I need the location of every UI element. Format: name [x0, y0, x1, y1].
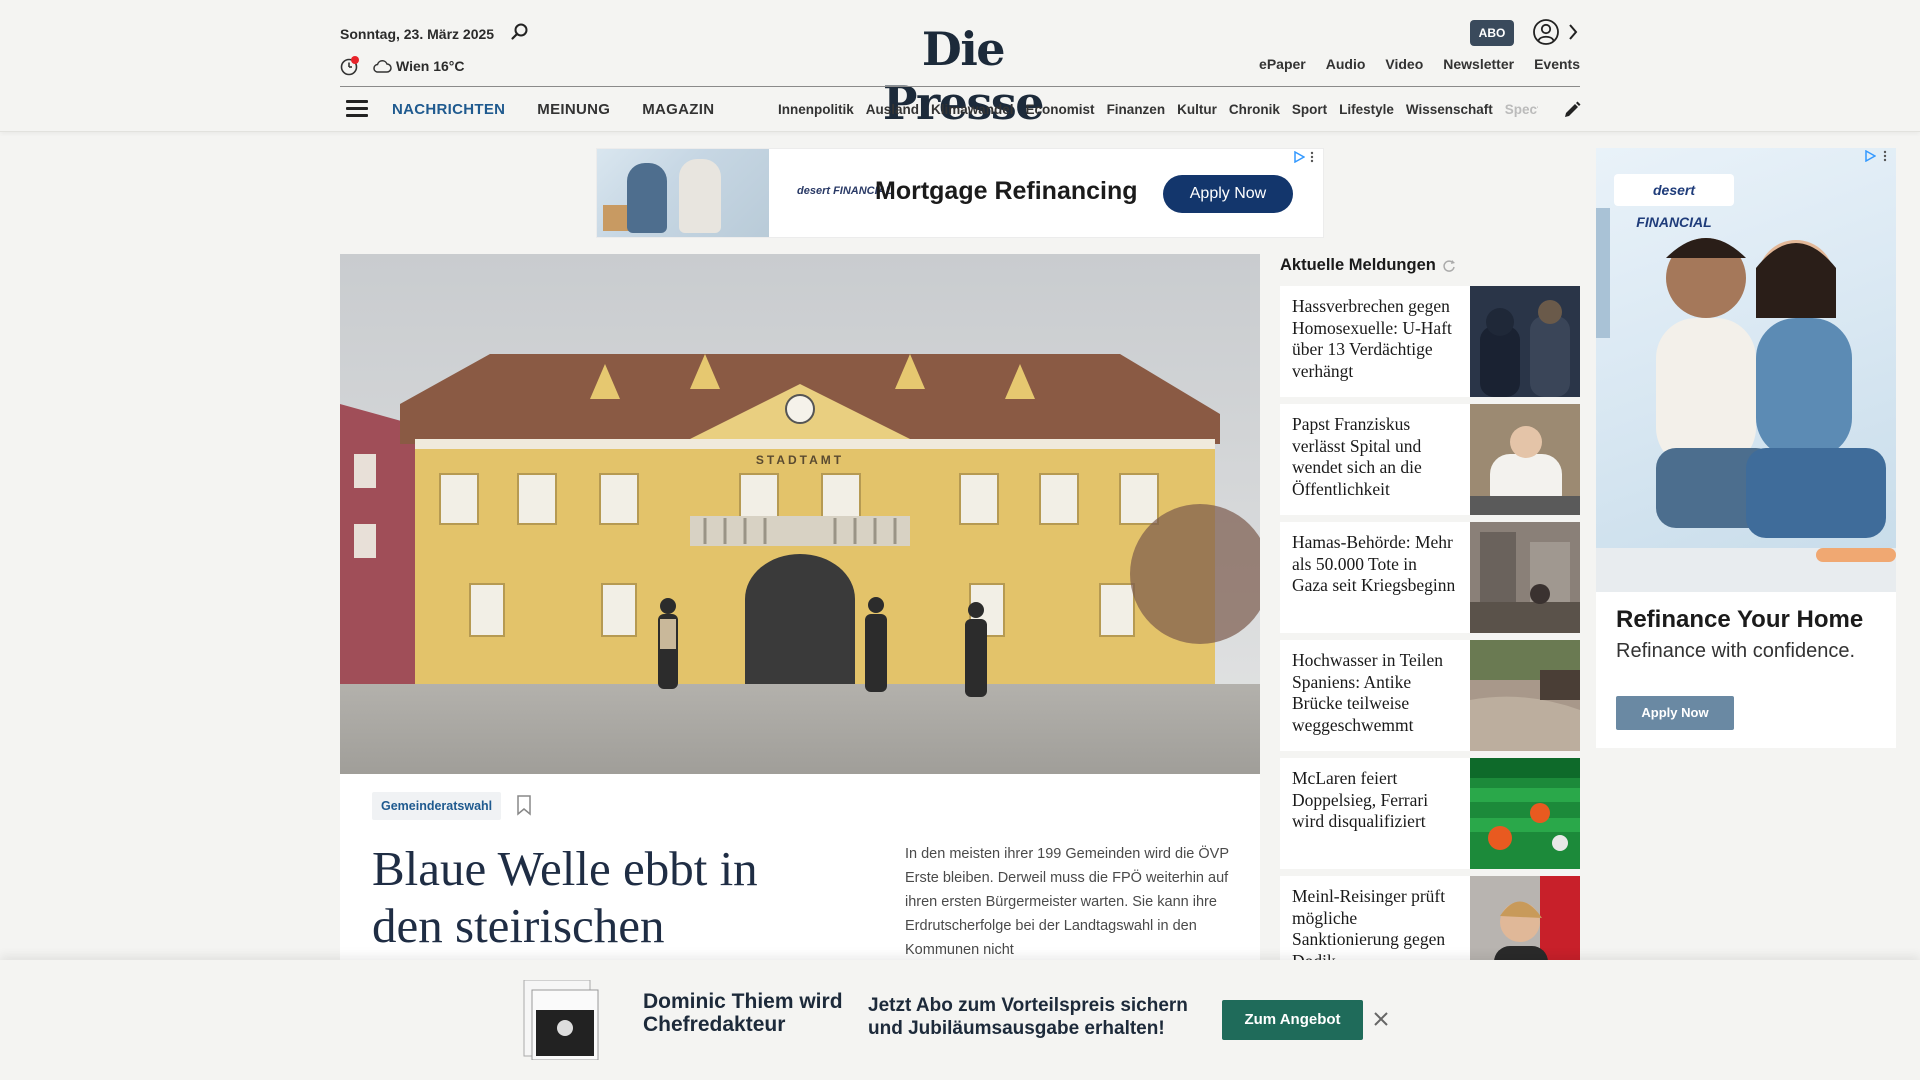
subnav-lifestyle[interactable]: Lifestyle — [1339, 102, 1394, 117]
stadtamt-sign: STADTAMT — [756, 453, 844, 467]
pencil-icon[interactable] — [1562, 100, 1582, 120]
ad-title: Refinance Your Home — [1616, 606, 1864, 633]
ad-title: Mortgage Refinancing — [875, 177, 1138, 205]
sub-nav: Innenpolitik Ausland Klimawandel Economi… — [778, 102, 1538, 117]
subnav-chronik[interactable]: Chronik — [1229, 102, 1280, 117]
link-epaper[interactable]: ePaper — [1259, 56, 1306, 72]
news-thumbnail — [1470, 522, 1580, 633]
ad-menu-icon[interactable] — [1309, 151, 1315, 163]
hamburger-menu-icon[interactable] — [346, 100, 368, 118]
site-header: Sonntag, 23. März 2025 Wien 16°C Die Pre… — [0, 0, 1920, 132]
link-events[interactable]: Events — [1534, 56, 1580, 72]
clock-icon[interactable] — [340, 56, 360, 76]
nav-nachrichten[interactable]: NACHRICHTEN — [392, 101, 505, 118]
subscription-banner: Dominic Thiem wird Chefredakteur Jetzt A… — [0, 960, 1920, 1080]
ad-apply-button[interactable]: Apply Now — [1616, 696, 1734, 730]
ad-photo — [597, 149, 769, 237]
promo-headline: Dominic Thiem wird Chefredakteur — [643, 990, 843, 1036]
subnav-innenpolitik[interactable]: Innenpolitik — [778, 102, 854, 117]
newspaper-icon — [523, 980, 599, 1060]
main-nav: NACHRICHTEN MEINUNG MAGAZIN — [392, 101, 714, 118]
subnav-finanzen[interactable]: Finanzen — [1107, 102, 1166, 117]
news-item[interactable]: Hassverbrechen gegen Homosexuelle: U-Haf… — [1280, 286, 1580, 397]
subnav-ausland[interactable]: Ausland — [866, 102, 919, 117]
news-title: McLaren feiert Doppelsieg, Ferrari wird … — [1292, 768, 1429, 831]
offer-button[interactable]: Zum Angebot — [1222, 1000, 1363, 1040]
news-title: Hassverbrechen gegen Homosexuelle: U-Haf… — [1292, 296, 1452, 381]
link-video[interactable]: Video — [1385, 56, 1423, 72]
news-item[interactable]: Papst Franziskus verlässt Spital und wen… — [1280, 404, 1580, 515]
nav-meinung[interactable]: MEINUNG — [537, 101, 610, 118]
adchoices-icon[interactable] — [1293, 151, 1305, 163]
news-thumbnail — [1470, 404, 1580, 515]
article-headline[interactable]: Blaue Welle ebbt in den steirischen — [372, 840, 792, 954]
news-item[interactable]: Hochwasser in Teilen Spaniens: Antike Br… — [1280, 640, 1580, 751]
header-inner: Sonntag, 23. März 2025 Wien 16°C Die Pre… — [340, 0, 1582, 132]
subnav-kultur[interactable]: Kultur — [1177, 102, 1217, 117]
cloud-icon — [373, 60, 392, 73]
link-newsletter[interactable]: Newsletter — [1443, 56, 1514, 72]
news-thumbnail — [1470, 640, 1580, 751]
sidebar-title: Aktuelle Meldungen — [1280, 256, 1436, 274]
subnav-spectrum[interactable]: Spectr — [1505, 102, 1538, 117]
sidebar-header: Aktuelle Meldungen — [1280, 256, 1456, 275]
top-banner-ad[interactable]: desert FINANCIAL Mortgage Refinancing Ap… — [596, 148, 1324, 238]
close-icon[interactable] — [1372, 1010, 1390, 1028]
subnav-klimawandel[interactable]: Klimawandel — [931, 102, 1014, 117]
promo-text: Jetzt Abo zum Vorteilspreis sichern und … — [868, 995, 1188, 1039]
news-thumbnail — [1470, 758, 1580, 869]
category-tag[interactable]: Gemeinderatswahl — [372, 792, 502, 820]
town-hall-photo: STADTAMT — [340, 254, 1260, 774]
news-item[interactable]: Hamas-Behörde: Mehr als 50.000 Tote in G… — [1280, 522, 1580, 633]
search-icon[interactable] — [510, 22, 530, 42]
refresh-icon[interactable] — [1442, 259, 1456, 273]
news-title: Hochwasser in Teilen Spaniens: Antike Br… — [1292, 650, 1444, 735]
bookmark-icon[interactable] — [516, 794, 532, 816]
ad-subtitle: Refinance with confidence. — [1616, 640, 1856, 662]
hero-image[interactable]: STADTAMT — [340, 254, 1260, 774]
news-title: Hamas-Behörde: Mehr als 50.000 Tote in G… — [1292, 532, 1456, 595]
subnav-sport[interactable]: Sport — [1292, 102, 1327, 117]
link-audio[interactable]: Audio — [1326, 56, 1366, 72]
news-title: Papst Franziskus verlässt Spital und wen… — [1292, 414, 1422, 499]
subnav-economist[interactable]: Economist — [1026, 102, 1095, 117]
current-date: Sonntag, 23. März 2025 — [340, 26, 495, 42]
news-thumbnail — [1470, 286, 1580, 397]
adchoices-icon[interactable] — [1864, 150, 1876, 162]
user-icon[interactable] — [1532, 18, 1560, 46]
subnav-wissenschaft[interactable]: Wissenschaft — [1406, 102, 1493, 117]
nav-magazin[interactable]: MAGAZIN — [642, 101, 714, 118]
article-teaser: In den meisten ihrer 199 Gemeinden wird … — [905, 846, 1229, 958]
ad-menu-icon[interactable] — [1882, 150, 1888, 162]
ad-apply-button[interactable]: Apply Now — [1163, 175, 1293, 213]
top-links: ePaper Audio Video Newsletter Events — [1259, 56, 1580, 72]
latest-news-sidebar: Aktuelle Meldungen Hassverbrechen gegen … — [1280, 254, 1580, 987]
weather-label: Wien 16°C — [396, 58, 465, 74]
chevron-right-icon[interactable] — [1566, 22, 1580, 42]
header-divider — [340, 86, 1580, 87]
sidebar-ad[interactable]: desert FINANCIAL Refinance Your Home Ref… — [1596, 148, 1896, 748]
abo-button[interactable]: ABO — [1470, 20, 1514, 46]
news-list: Hassverbrechen gegen Homosexuelle: U-Haf… — [1280, 286, 1580, 994]
ad-brand-logo: desert FINANCIAL — [1614, 174, 1734, 230]
news-item[interactable]: McLaren feiert Doppelsieg, Ferrari wird … — [1280, 758, 1580, 869]
weather-widget[interactable]: Wien 16°C — [372, 58, 465, 74]
